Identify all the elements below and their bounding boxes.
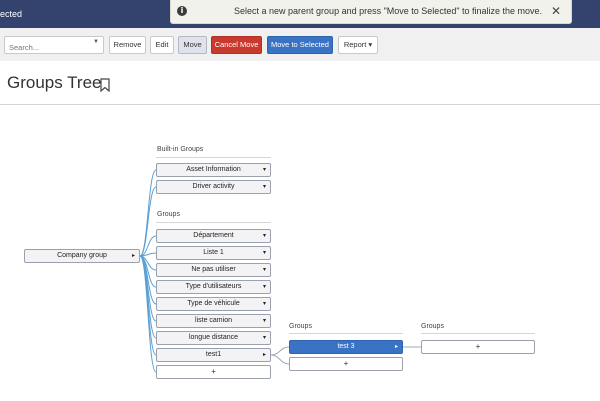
node-label: longue distance — [188, 334, 239, 341]
node-label: Département — [193, 232, 234, 239]
chevron-down-icon[interactable]: ▾ — [263, 332, 266, 344]
chevron-down-icon[interactable]: ▾ — [263, 264, 266, 276]
node-label: Driver activity — [192, 183, 235, 190]
tree-node-ne-pas-utiliser[interactable]: Ne pas utiliser ▾ — [156, 263, 271, 277]
tree-node-company-group[interactable]: Company group ▸ — [24, 249, 140, 263]
tree-node-departement[interactable]: Département ▾ — [156, 229, 271, 243]
node-label: Type d'utilisateurs — [185, 283, 242, 290]
tree-node-test-3[interactable]: test 3 ▸ — [289, 340, 403, 354]
section-label-groups-level2: Groups — [289, 323, 312, 330]
tree-node-driver-activity[interactable]: Driver activity ▾ — [156, 180, 271, 194]
node-label: liste camion — [195, 317, 232, 324]
tree-node-test1[interactable]: test1 ▸ — [156, 348, 271, 362]
node-label: Asset Information — [186, 166, 241, 173]
section-rule — [289, 333, 403, 334]
tree-node-liste-1[interactable]: Liste 1 ▾ — [156, 246, 271, 260]
section-label-builtin: Built-in Groups — [157, 146, 204, 153]
add-group-button[interactable]: + — [421, 340, 535, 354]
section-label-groups-level3: Groups — [421, 323, 444, 330]
tree-node-type-utilisateurs[interactable]: Type d'utilisateurs ▾ — [156, 280, 271, 294]
node-label: Type de véhicule — [187, 300, 240, 307]
add-group-button[interactable]: + — [156, 365, 271, 379]
chevron-down-icon[interactable]: ▾ — [263, 298, 266, 310]
node-label: Ne pas utiliser — [191, 266, 236, 273]
chevron-down-icon[interactable]: ▾ — [263, 164, 266, 176]
tree-node-longue-distance[interactable]: longue distance ▾ — [156, 331, 271, 345]
section-rule — [156, 222, 271, 223]
chevron-down-icon[interactable]: ▾ — [263, 230, 266, 242]
chevron-right-icon[interactable]: ▸ — [132, 250, 135, 262]
section-label-groups: Groups — [157, 211, 180, 218]
section-rule — [421, 333, 535, 334]
section-rule — [156, 157, 271, 158]
node-label: Liste 1 — [203, 249, 224, 256]
chevron-right-icon[interactable]: ▸ — [395, 341, 398, 353]
tree-node-type-de-vehicule[interactable]: Type de véhicule ▾ — [156, 297, 271, 311]
tree-node-liste-camion[interactable]: liste camion ▾ — [156, 314, 271, 328]
node-label: test1 — [205, 351, 222, 358]
node-label: test 3 — [337, 343, 355, 350]
tree-node-asset-information[interactable]: Asset Information ▾ — [156, 163, 271, 177]
node-label: Company group — [57, 252, 107, 259]
chevron-down-icon[interactable]: ▾ — [263, 281, 266, 293]
chevron-down-icon[interactable]: ▾ — [263, 247, 266, 259]
add-group-button[interactable]: + — [289, 357, 403, 371]
chevron-down-icon[interactable]: ▾ — [263, 315, 266, 327]
chevron-right-icon[interactable]: ▸ — [263, 349, 266, 361]
chevron-down-icon[interactable]: ▾ — [263, 181, 266, 193]
